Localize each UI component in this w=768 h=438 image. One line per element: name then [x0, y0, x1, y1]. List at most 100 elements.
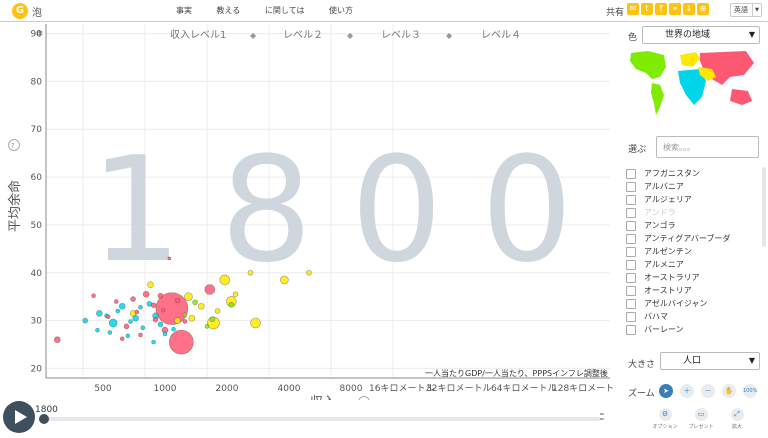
- country-bubble[interactable]: [280, 275, 289, 285]
- zoom-out-icon[interactable]: －: [701, 384, 715, 398]
- country-bubble[interactable]: [152, 316, 159, 323]
- color-select[interactable]: 世界の地域 ▼: [642, 26, 760, 44]
- list-item[interactable]: アルジェリア: [626, 193, 756, 206]
- list-item[interactable]: アルゼンチン: [626, 245, 756, 258]
- country-bubble[interactable]: [147, 281, 154, 289]
- facebook-icon[interactable]: f: [655, 3, 667, 15]
- country-bubble[interactable]: [95, 327, 100, 333]
- country-bubble[interactable]: [232, 291, 239, 298]
- list-item[interactable]: アゼルバイジャン: [626, 297, 756, 310]
- checkbox[interactable]: [626, 220, 636, 231]
- y-axis-title[interactable]: 平均余命: [7, 180, 23, 232]
- twitter-icon[interactable]: t: [641, 3, 653, 15]
- list-item[interactable]: バハマ: [626, 310, 756, 323]
- pointer-icon[interactable]: ➤: [659, 384, 673, 398]
- country-bubble[interactable]: [157, 321, 164, 328]
- country-bubble[interactable]: [132, 314, 139, 322]
- timeline-track[interactable]: [42, 417, 600, 421]
- country-bubble[interactable]: [107, 330, 113, 335]
- list-item[interactable]: アルバニア: [626, 180, 756, 193]
- nav-teach[interactable]: 教える: [217, 5, 241, 16]
- country-bubble[interactable]: [119, 336, 125, 342]
- country-bubble[interactable]: [171, 326, 176, 332]
- mail-icon[interactable]: ✉: [627, 3, 639, 15]
- country-bubble[interactable]: [204, 324, 210, 329]
- country-bubble[interactable]: [214, 308, 221, 314]
- checkbox[interactable]: [626, 272, 636, 283]
- list-item[interactable]: アンドラ: [626, 206, 756, 219]
- timeline-handle[interactable]: [39, 414, 49, 424]
- present-button[interactable]: ▭ プレゼント: [684, 408, 718, 430]
- country-bubble[interactable]: [188, 314, 196, 322]
- checkbox[interactable]: [626, 298, 636, 309]
- x-axis-dropdown-icon[interactable]: ▼: [338, 399, 345, 400]
- country-bubble[interactable]: [82, 317, 89, 324]
- list-item[interactable]: アンティグアバーブーダ: [626, 232, 756, 245]
- list-item[interactable]: アフガニスタン: [626, 167, 756, 180]
- country-bubble[interactable]: [228, 302, 235, 308]
- timeline-end-icon[interactable]: ═ ═: [600, 412, 604, 423]
- country-bubble[interactable]: [169, 329, 194, 355]
- options-button[interactable]: ⚙ オプション: [648, 408, 682, 430]
- zoom-in-icon[interactable]: ＋: [680, 384, 694, 398]
- checkbox[interactable]: [626, 324, 636, 335]
- nav-howto[interactable]: 使い方: [329, 5, 353, 16]
- checkbox[interactable]: [626, 194, 636, 205]
- country-bubble[interactable]: [140, 325, 146, 331]
- country-bubble[interactable]: [174, 297, 181, 304]
- country-bubble[interactable]: [167, 256, 172, 261]
- country-list-scrollbar[interactable]: [762, 167, 766, 247]
- country-bubble[interactable]: [115, 308, 121, 314]
- checkbox[interactable]: [626, 168, 636, 179]
- country-bubble[interactable]: [192, 299, 198, 306]
- country-bubble[interactable]: [96, 310, 103, 317]
- bubble-chart[interactable]: 1800 収入レベル1 ◆ レベル２ ◆ レベル３ ◆ レベル４ 年 20304…: [0, 22, 615, 400]
- country-bubble[interactable]: [130, 296, 136, 302]
- country-bubble[interactable]: [174, 317, 181, 324]
- country-search-input[interactable]: 検索。。。: [656, 136, 759, 158]
- country-bubble[interactable]: [123, 323, 130, 330]
- country-bubble[interactable]: [204, 284, 216, 295]
- play-button[interactable]: [3, 401, 35, 433]
- country-bubble[interactable]: [134, 309, 140, 315]
- country-bubble[interactable]: [162, 331, 168, 337]
- country-bubble[interactable]: [184, 292, 193, 301]
- nav-about[interactable]: に関しては: [265, 5, 305, 16]
- country-bubble[interactable]: [108, 318, 118, 328]
- country-bubble[interactable]: [247, 269, 254, 276]
- country-bubble[interactable]: [182, 312, 188, 318]
- size-select[interactable]: 人口 ▼: [660, 352, 760, 370]
- country-bubble[interactable]: [197, 302, 205, 310]
- country-bubble[interactable]: [54, 336, 61, 344]
- country-bubble[interactable]: [150, 302, 157, 309]
- country-bubble[interactable]: [219, 274, 231, 286]
- country-bubble[interactable]: [128, 319, 133, 324]
- country-bubble[interactable]: [113, 299, 119, 304]
- embed-icon[interactable]: ⊕: [697, 3, 709, 15]
- country-bubble[interactable]: [209, 316, 216, 322]
- language-select[interactable]: 英語 ▼: [730, 3, 762, 17]
- country-bubble[interactable]: [306, 269, 312, 276]
- world-regions-map[interactable]: [626, 49, 756, 119]
- checkbox[interactable]: [626, 311, 636, 322]
- zoom-reset-button[interactable]: 100%: [743, 384, 757, 398]
- nav-facts[interactable]: 事実: [176, 5, 192, 16]
- checkbox[interactable]: [626, 181, 636, 192]
- list-item[interactable]: オーストラリア: [626, 271, 756, 284]
- checkbox[interactable]: [626, 259, 636, 270]
- download-icon[interactable]: ↓: [683, 3, 695, 15]
- country-bubble[interactable]: [125, 333, 131, 339]
- country-bubble[interactable]: [151, 339, 156, 345]
- country-bubble[interactable]: [142, 290, 150, 298]
- pan-hand-icon[interactable]: ✋: [722, 384, 736, 398]
- country-bubble[interactable]: [250, 317, 261, 329]
- list-item[interactable]: オーストリア: [626, 284, 756, 297]
- country-bubble[interactable]: [160, 307, 166, 313]
- country-bubble[interactable]: [138, 332, 143, 338]
- checkbox[interactable]: [626, 233, 636, 244]
- app-name[interactable]: 泡: [32, 4, 42, 19]
- country-bubble[interactable]: [118, 302, 126, 310]
- list-item[interactable]: アンゴラ: [626, 219, 756, 232]
- checkbox[interactable]: [626, 246, 636, 257]
- checkbox[interactable]: [626, 285, 636, 296]
